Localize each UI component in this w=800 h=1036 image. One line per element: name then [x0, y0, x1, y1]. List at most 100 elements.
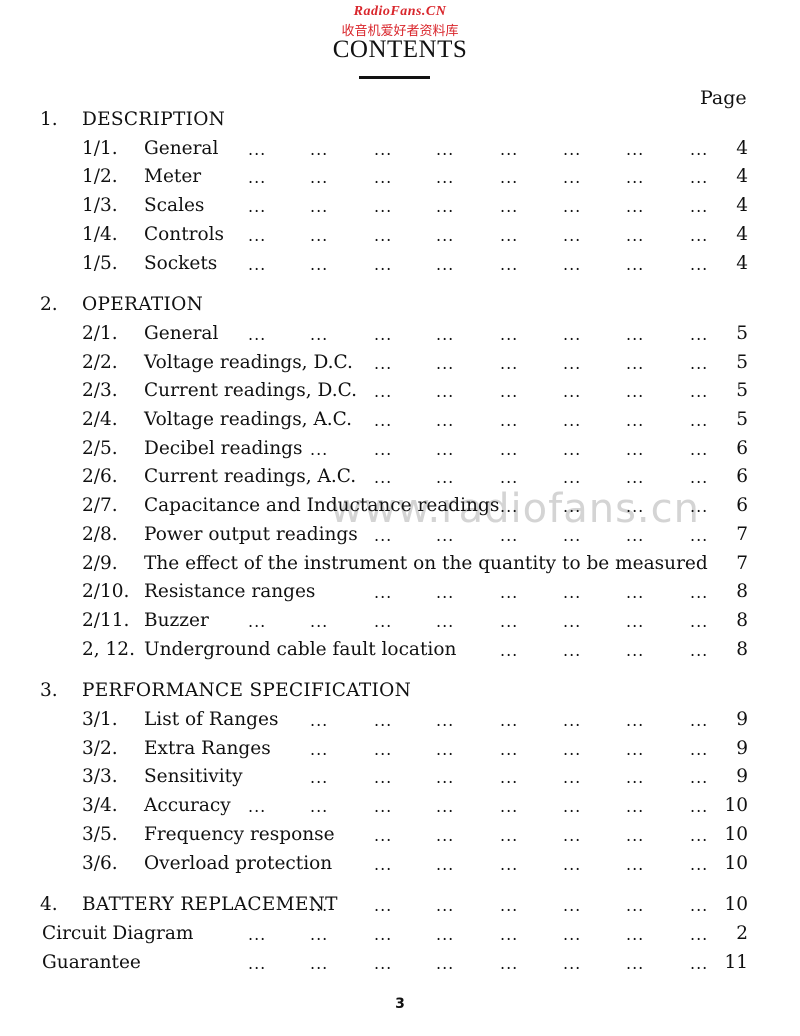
toc-entry[interactable]: 3/2. Extra Ranges..................... 9	[0, 738, 800, 766]
leader-dots: ...	[248, 924, 267, 944]
toc-entry[interactable]: 1/1. General........................ 4	[0, 138, 800, 166]
leader-dots: ...	[248, 254, 267, 274]
toc-entry[interactable]: 2, 12. Underground cable fault location..…	[0, 639, 800, 667]
page-ref: 4	[736, 137, 748, 159]
leader-dots: ...	[374, 468, 393, 488]
entry-number: 3/1.	[82, 709, 118, 730]
section-heading[interactable]: 3. PERFORMANCE SPECIFICATION	[0, 680, 800, 708]
toc-entry[interactable]: 1/3. Scales........................ 4	[0, 195, 800, 223]
toc-entry[interactable]: 3/6. Overload protection.................…	[0, 853, 800, 881]
entry-title: General	[144, 137, 219, 159]
toc-entry[interactable]: 2/6. Current readings, A.C...............…	[0, 466, 800, 494]
toc-entry[interactable]: 2/11. Buzzer........................ 8	[0, 610, 800, 638]
leader-dots: ...	[690, 324, 709, 344]
leader-dots: ...	[310, 739, 329, 759]
leader-dots: ...	[500, 739, 519, 759]
leader-dots: ...	[374, 353, 393, 373]
leader-dots: ...	[436, 924, 455, 944]
toc-entry[interactable]: 2/9. The effect of the instrument on the …	[0, 553, 800, 581]
leader-dots: ...	[500, 411, 519, 430]
leader-dots: ...	[626, 439, 645, 459]
leader-dots: ...	[500, 854, 519, 874]
toc-entry[interactable]: 2/1. General........................ 5	[0, 323, 800, 351]
section-title: OPERATION	[82, 294, 204, 316]
toc-entry[interactable]: 2/8. Power output readings...............…	[0, 524, 800, 552]
leader-dots: ...	[626, 583, 645, 603]
leader-dots: ...	[690, 197, 709, 217]
page-number: 3	[395, 996, 405, 1012]
toc-entry[interactable]: 3/5. Frequency response..................…	[0, 824, 800, 852]
leader-dots: ...	[310, 168, 329, 188]
leader-dots: ...	[626, 640, 645, 660]
leader-dots: ...	[436, 854, 455, 874]
leader-dots: ...	[500, 254, 519, 274]
toc-entry[interactable]: 2/7. Capacitance and Inductance readings.…	[0, 495, 800, 523]
entry-number: 2/5.	[82, 437, 118, 459]
leader-dots: ...	[248, 324, 267, 344]
leader-dots: ...	[436, 168, 455, 188]
section-number: 4.	[40, 894, 58, 916]
toc-entry[interactable]: 2/10. Resistance ranges..................…	[0, 581, 800, 609]
entry-title: Sockets	[144, 252, 218, 274]
page-ref: 4	[736, 166, 748, 188]
section-heading[interactable]: 1. DESCRIPTION	[0, 109, 800, 137]
toc-entry[interactable]: 1/5. Sockets........................ 4	[0, 253, 800, 281]
toc-entry[interactable]: 1/4. Controls........................ 4	[0, 224, 800, 252]
toc-entry[interactable]: 1/2. Meter........................ 4	[0, 166, 800, 194]
toc-entry[interactable]: 3/1. List of Ranges..................... 9	[0, 709, 800, 737]
toc-extra-entry[interactable]: Circuit Diagram........................ 2	[0, 923, 800, 951]
entry-number: 2/11.	[82, 609, 130, 631]
toc-entry[interactable]: 2/5. Decibel readings....................…	[0, 438, 800, 466]
entry-number: 2/9.	[82, 552, 118, 574]
leader-dots: ...	[374, 324, 393, 344]
leader-dots: ...	[436, 525, 455, 545]
leader-dots: ...	[310, 711, 329, 730]
entry-number: 3/5.	[82, 823, 118, 845]
section-heading[interactable]: 4. BATTERY REPLACEMENT...................…	[0, 894, 800, 922]
leader-dots: ...	[436, 468, 455, 488]
toc-extra-entry[interactable]: Guarantee........................ 11	[0, 952, 800, 980]
toc-entry[interactable]: 2/3. Current readings, D.C...............…	[0, 380, 800, 408]
leader-dots: ...	[626, 468, 645, 488]
title-underline	[359, 76, 430, 79]
leader-dots: ...	[374, 953, 393, 973]
leader-dots: ...	[436, 739, 455, 759]
toc-entry[interactable]: 2/2. Voltage readings, D.C...............…	[0, 352, 800, 380]
leader-dots: ...	[436, 611, 455, 631]
page-ref: 10	[724, 852, 748, 874]
leader-dots: ...	[248, 168, 267, 188]
entry-number: 2/4.	[82, 409, 118, 430]
page-ref: 4	[736, 223, 748, 245]
leader-dots: ...	[563, 711, 582, 730]
entry-title: Meter	[144, 166, 202, 188]
leader-dots: ...	[690, 924, 709, 944]
leader-dots: ...	[436, 896, 455, 916]
entry-title: Current readings, D.C.	[144, 380, 357, 402]
leader-dots: ...	[690, 797, 709, 817]
leader-dots: ...	[690, 382, 709, 402]
leader-dots: ...	[374, 768, 393, 788]
leader-dots: ...	[563, 640, 582, 660]
entry-number: 3/4.	[82, 795, 118, 817]
leader-dots: ...	[626, 324, 645, 344]
leader-dots: ...	[374, 382, 393, 402]
leader-dots: ...	[626, 168, 645, 188]
section-heading[interactable]: 2. OPERATION	[0, 294, 800, 322]
page-ref: 11	[724, 951, 748, 973]
leader-dots: ...	[563, 739, 582, 759]
leader-dots: ...	[690, 768, 709, 788]
leader-dots: ...	[310, 953, 329, 973]
toc-entry[interactable]: 3/4. Accuracy........................ 10	[0, 795, 800, 823]
entry-number: 1/5.	[82, 252, 118, 274]
leader-dots: ...	[563, 797, 582, 817]
leader-dots: ...	[690, 168, 709, 188]
entry-number: 1/4.	[82, 223, 118, 245]
entry-title: General	[144, 322, 219, 344]
leader-dots: ...	[626, 825, 645, 845]
toc-entry[interactable]: 3/3. Sensitivity..................... 9	[0, 766, 800, 794]
leader-dots: ...	[374, 197, 393, 217]
leader-dots: ...	[500, 768, 519, 788]
leader-dots: ...	[310, 324, 329, 344]
leader-dots: ...	[248, 197, 267, 217]
toc-entry[interactable]: 2/4. Voltage readings, A.C...............…	[0, 409, 800, 437]
